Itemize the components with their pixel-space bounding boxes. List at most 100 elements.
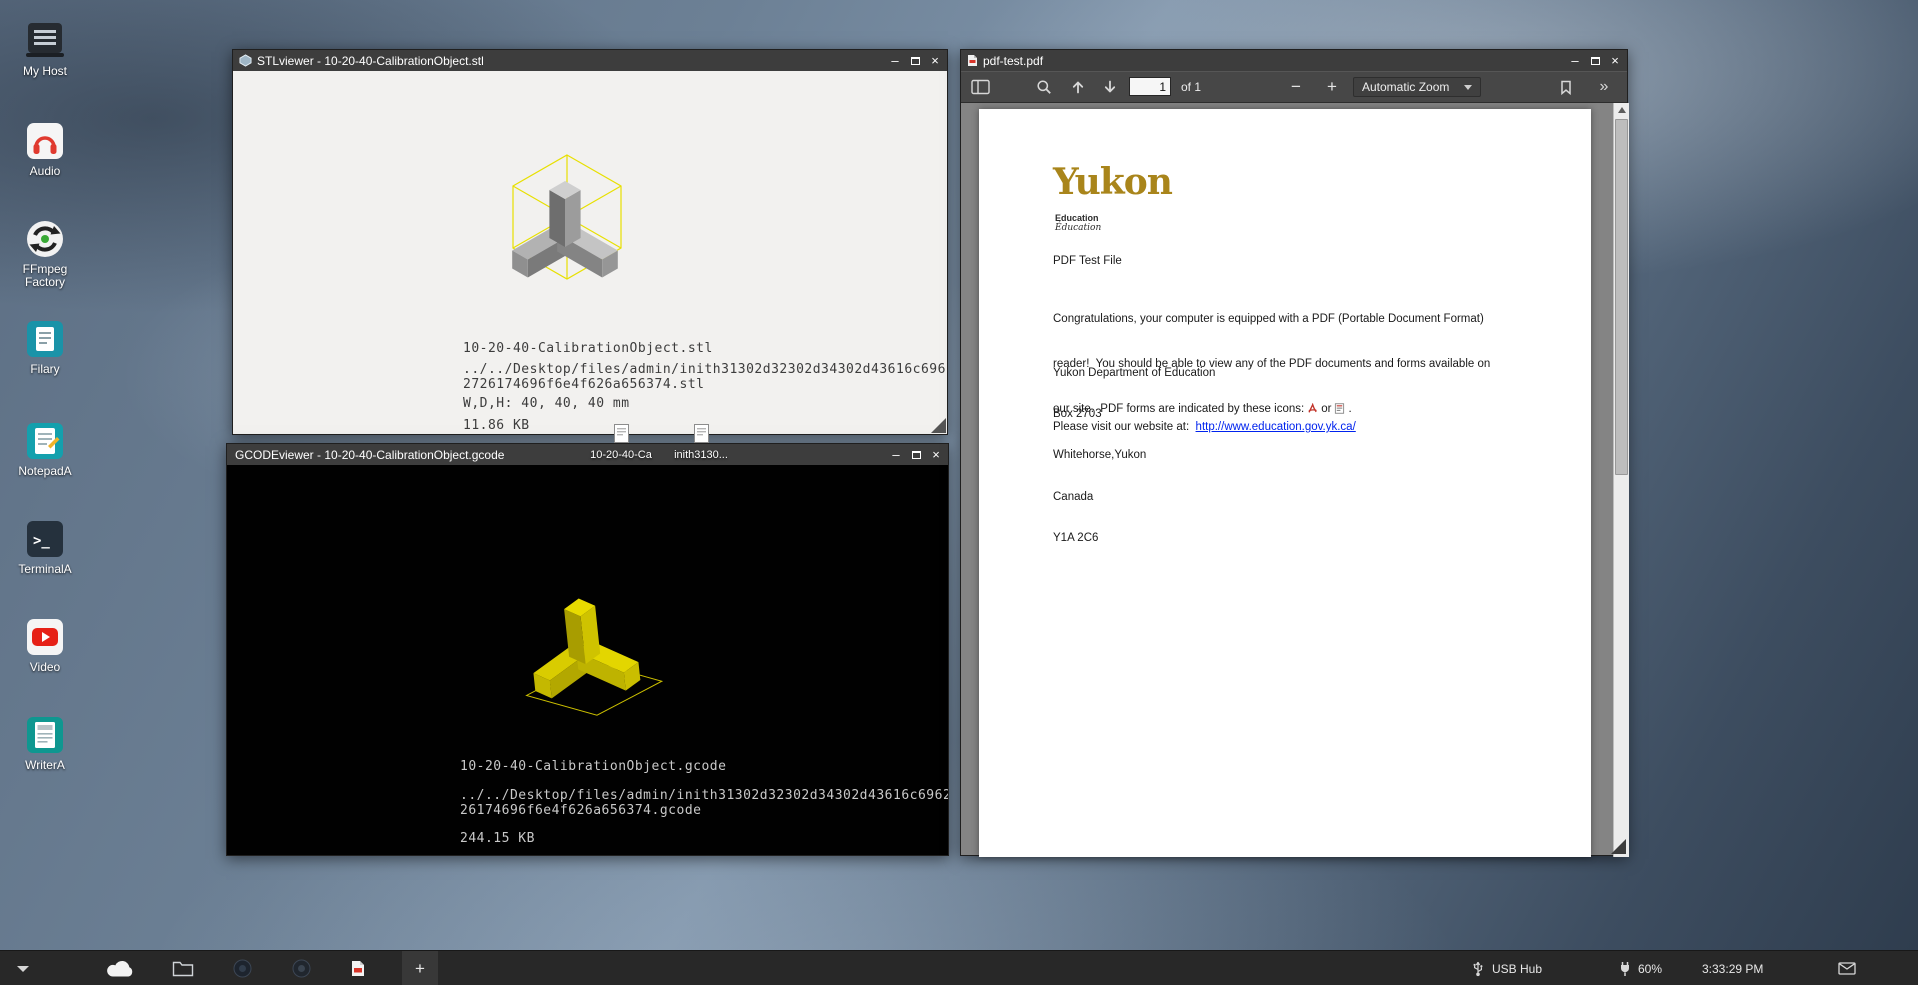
pdf-website-line: Please visit our website at: http://www.… [1053,421,1356,433]
close-button[interactable]: × [1605,50,1625,71]
stl-app-icon [239,54,252,67]
pdf-address-line: Canada [1053,491,1215,505]
chevron-down-icon [1464,85,1472,90]
page-count-label: of 1 [1181,80,1201,94]
close-button[interactable]: × [925,50,945,71]
yukon-logo-education-fr: Éducation [1055,223,1101,233]
taskbar-menu-chevron[interactable] [16,951,30,985]
taskbar: + USB Hub 60% 3:33:29 PM [0,950,1918,985]
stl-window-title: STLviewer - 10-20-40-CalibrationObject.s… [252,54,885,68]
svg-text:>_: >_ [33,533,50,549]
desktop-icon-label: Filary [8,363,82,376]
desktop-icon-label: WriterA [8,759,82,772]
maximize-button[interactable] [1585,50,1605,71]
zoom-out-button[interactable]: − [1283,76,1309,98]
next-page-button[interactable] [1097,76,1123,98]
desktop-file-calibration[interactable]: 10-20-40-Ca [578,424,664,461]
stl-window-titlebar[interactable]: STLviewer - 10-20-40-CalibrationObject.s… [233,50,947,71]
desktop-icon-label: TerminalA [8,563,82,576]
zoom-dropdown[interactable]: Automatic Zoom [1353,77,1481,97]
file-manager-icon [24,318,66,360]
terminal-icon: >_ [24,518,66,560]
stl-dimensions: W,D,H: 40, 40, 40 mm [463,396,630,411]
desktop-icon-my-host[interactable]: My Host [8,20,82,78]
writer-document-icon [24,714,66,756]
pdf-address-block: Yukon Department of Education Box 2703 W… [1053,339,1215,574]
file-icon [614,430,629,447]
envelope-icon[interactable] [1838,951,1856,985]
pdf-content-area: Yukon Education Éducation PDF Test File … [961,103,1627,855]
stl-path-line2: 2726174696f6e4f626a656374.stl [463,377,704,392]
stl-filesize: 11.86 KB [463,418,530,433]
desktop-file-label: 10-20-40-Ca [578,449,664,461]
bookmark-icon[interactable] [1553,76,1579,98]
zoom-value: Automatic Zoom [1362,80,1449,94]
desktop-icon-terminala[interactable]: >_ TerminalA [8,518,82,576]
desktop-icon-label: Audio [8,165,82,178]
power-plug-icon [1618,951,1632,985]
gcode-3d-model [486,549,686,749]
desktop-icon-label: NotepadA [8,465,82,478]
gcode-path-line2: 26174696f6e4f626a656374.gcode [460,803,701,818]
close-button[interactable]: × [926,444,946,465]
zoom-in-button[interactable]: + [1319,76,1345,98]
desktop-icon-video[interactable]: Video [8,616,82,674]
search-icon[interactable] [1031,76,1057,98]
minimize-button[interactable]: – [886,444,906,465]
desktop-icon-label: My Host [8,65,82,78]
pdf-scrollbar[interactable] [1613,103,1629,857]
pdf-paragraph-line: Congratulations, your computer is equipp… [1053,312,1490,327]
gcode-window-title: GCODEviewer - 10-20-40-CalibrationObject… [233,448,886,462]
file-icon [694,430,709,447]
previous-page-button[interactable] [1065,76,1091,98]
desktop-file-label: inith3130... [658,449,744,461]
pdf-form-icon [1334,403,1345,419]
maximize-icon [912,451,921,459]
usb-hub-label[interactable]: USB Hub [1492,951,1542,985]
desktop-icon-writera[interactable]: WriterA [8,714,82,772]
cloud-icon[interactable] [104,951,136,985]
yukon-logo: Yukon [1053,163,1172,201]
toolbar-more-chevron[interactable]: » [1591,76,1617,98]
website-link[interactable]: http://www.education.gov.yk.ca/ [1196,421,1356,433]
folder-icon[interactable] [172,951,194,985]
resize-grip[interactable] [931,418,946,433]
page-number-input[interactable] [1129,77,1171,96]
add-tab-button[interactable]: + [402,951,438,985]
stl-filename: 10-20-40-CalibrationObject.stl [463,341,713,356]
notepad-icon [24,420,66,462]
pdf-address-line: Box 2703 [1053,408,1215,422]
desktop-icon-notepada[interactable]: NotepadA [8,420,82,478]
scrollbar-thumb[interactable] [1615,119,1628,475]
desktop-icon-label: FFmpeg Factory [8,263,82,289]
scrollbar-up-arrow[interactable] [1618,107,1626,113]
maximize-button[interactable] [906,444,926,465]
app-circle-icon-1[interactable] [233,951,252,985]
sidebar-toggle-button[interactable] [967,76,993,98]
battery-percent-label[interactable]: 60% [1638,951,1662,985]
gcode-path-line1: ../../Desktop/files/admin/inith31302d323… [460,788,948,803]
resize-grip[interactable] [1611,839,1626,854]
pdf-document-icon[interactable] [351,951,365,985]
maximize-button[interactable] [905,50,925,71]
desktop-icon-ffmpeg-factory[interactable]: FFmpeg Factory [8,218,82,289]
app-circle-icon-2[interactable] [292,951,311,985]
minimize-button[interactable]: – [1565,50,1585,71]
minimize-button[interactable]: – [885,50,905,71]
gcode-viewer-window: GCODEviewer - 10-20-40-CalibrationObject… [226,443,949,856]
desktop-icon-audio[interactable]: Audio [8,120,82,178]
desktop-file-inith[interactable]: inith3130... [658,424,744,461]
pdf-window-titlebar[interactable]: pdf-test.pdf – × [961,50,1627,71]
acrobat-pdf-icon [1307,403,1318,419]
gcode-filesize: 244.15 KB [460,831,535,846]
pdf-app-icon [967,54,978,67]
desktop-icon-filary[interactable]: Filary [8,318,82,376]
computer-icon [24,20,66,62]
yukon-logo-education: Education [1055,213,1099,223]
stl-viewport[interactable]: 10-20-40-CalibrationObject.stl ../../Des… [233,71,947,434]
desktop: My Host Audio FFmpeg Factory Filary Note… [0,0,1918,985]
recycle-arrows-icon [24,218,66,260]
gcode-viewport[interactable]: 10-20-40-CalibrationObject.gcode ../../D… [227,465,948,855]
gcode-filename: 10-20-40-CalibrationObject.gcode [460,759,726,774]
clock-label[interactable]: 3:33:29 PM [1702,951,1763,985]
